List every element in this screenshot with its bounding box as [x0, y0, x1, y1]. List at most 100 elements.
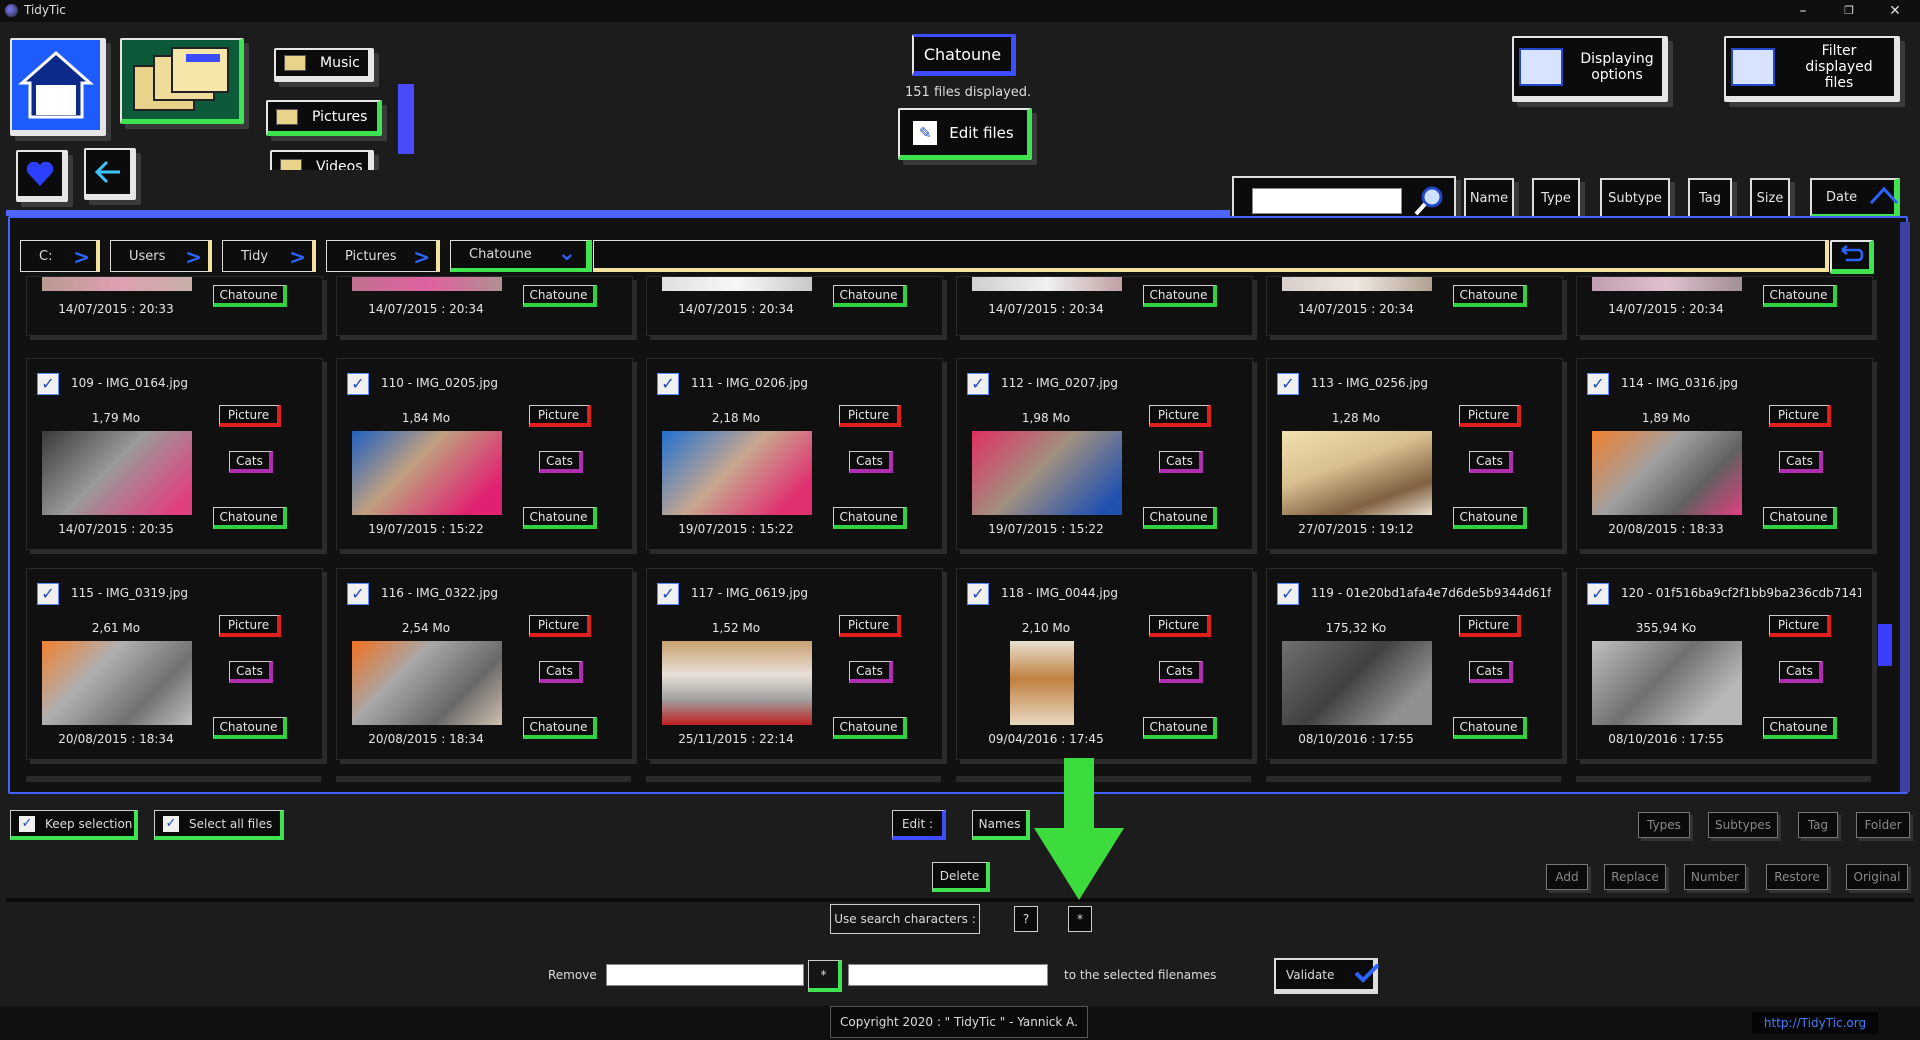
search-input[interactable]: [1252, 188, 1402, 214]
tag-badge[interactable]: Chatoune: [1143, 717, 1217, 739]
sort-tag-button[interactable]: Tag: [1688, 178, 1732, 218]
file-card[interactable]: ✓ 115 - IMG_0319.jpg 2,61 Mo 20/08/2015 …: [26, 568, 323, 760]
file-thumbnail[interactable]: [42, 641, 192, 725]
select-checkbox[interactable]: ✓: [657, 583, 679, 605]
file-thumbnail[interactable]: [972, 431, 1122, 515]
remove-input-second[interactable]: [848, 964, 1048, 986]
subtype-badge[interactable]: Cats: [229, 451, 273, 473]
breadcrumb-users[interactable]: Users >: [110, 240, 212, 272]
select-checkbox[interactable]: ✓: [37, 373, 59, 395]
type-badge[interactable]: Picture: [1149, 615, 1211, 637]
file-card-partial[interactable]: 14/07/2015 : 20:34 Chatoune: [1266, 276, 1563, 336]
breadcrumb-drive[interactable]: C: >: [20, 240, 100, 272]
file-thumbnail[interactable]: [352, 641, 502, 725]
file-card[interactable]: ✓ 118 - IMG_0044.jpg 2,10 Mo 09/04/2016 …: [956, 568, 1253, 760]
subtype-badge[interactable]: Cats: [1469, 661, 1513, 683]
filter-files-button[interactable]: Filter displayed files: [1724, 36, 1900, 102]
type-badge[interactable]: Picture: [529, 405, 591, 427]
type-badge[interactable]: Picture: [219, 615, 281, 637]
breadcrumb-chatoune[interactable]: Chatoune ⌄: [450, 240, 592, 272]
select-checkbox[interactable]: ✓: [1277, 373, 1299, 395]
tag-badge[interactable]: Chatoune: [833, 507, 907, 529]
videos-folder-button[interactable]: Videos: [270, 150, 374, 170]
file-card[interactable]: ✓ 112 - IMG_0207.jpg 1,98 Mo 19/07/2015 …: [956, 358, 1253, 550]
type-badge[interactable]: Picture: [839, 615, 901, 637]
replace-button[interactable]: Replace: [1604, 864, 1666, 890]
type-badge[interactable]: Picture: [1459, 615, 1521, 637]
remove-middle-wildcard[interactable]: *: [808, 960, 842, 992]
select-checkbox[interactable]: ✓: [1587, 583, 1609, 605]
types-button[interactable]: Types: [1638, 812, 1690, 838]
file-card-partial[interactable]: 14/07/2015 : 20:34 Chatoune: [1576, 276, 1873, 336]
select-checkbox[interactable]: ✓: [967, 583, 989, 605]
maximize-button[interactable]: ❐: [1826, 0, 1872, 22]
sort-size-button[interactable]: Size: [1750, 178, 1790, 218]
website-link[interactable]: http://TidyTic.org: [1752, 1012, 1878, 1034]
tag-badge[interactable]: Chatoune: [833, 285, 907, 307]
tag-badge[interactable]: Chatoune: [1763, 285, 1837, 307]
breadcrumb-tidy[interactable]: Tidy >: [222, 240, 316, 272]
select-checkbox[interactable]: ✓: [657, 373, 679, 395]
keep-selection-button[interactable]: ✓ Keep selection: [10, 810, 138, 840]
file-thumbnail[interactable]: [1592, 641, 1742, 725]
file-card[interactable]: ✓ 119 - 01e20bd1afa4e7d6de5b9344d61f6f 1…: [1266, 568, 1563, 760]
select-checkbox[interactable]: ✓: [1587, 373, 1609, 395]
file-thumbnail[interactable]: [1282, 641, 1432, 725]
tag-badge[interactable]: Chatoune: [1763, 717, 1837, 739]
type-badge[interactable]: Picture: [839, 405, 901, 427]
path-back-button[interactable]: [1830, 240, 1874, 274]
tag-badge[interactable]: Chatoune: [1143, 507, 1217, 529]
type-badge[interactable]: Picture: [529, 615, 591, 637]
pictures-folder-button[interactable]: Pictures: [266, 100, 382, 136]
subtype-badge[interactable]: Cats: [849, 661, 893, 683]
tag-badge[interactable]: Chatoune: [1453, 507, 1527, 529]
sort-name-button[interactable]: Name: [1464, 178, 1514, 218]
select-checkbox[interactable]: ✓: [967, 373, 989, 395]
tag-badge[interactable]: Chatoune: [1453, 285, 1527, 307]
file-card-partial[interactable]: 14/07/2015 : 20:34 Chatoune: [336, 276, 633, 336]
sort-type-button[interactable]: Type: [1532, 178, 1580, 218]
question-wildcard-button[interactable]: ?: [1014, 906, 1038, 932]
files-scrollbar-thumb[interactable]: [1878, 624, 1892, 666]
remove-input[interactable]: [606, 964, 804, 986]
folders-button[interactable]: [120, 38, 244, 124]
type-badge[interactable]: Picture: [1769, 405, 1831, 427]
file-thumbnail[interactable]: [1592, 431, 1742, 515]
select-checkbox[interactable]: ✓: [37, 583, 59, 605]
tag-badge[interactable]: Chatoune: [1763, 507, 1837, 529]
restore-button[interactable]: Restore: [1766, 864, 1828, 890]
tag-badge[interactable]: Chatoune: [523, 507, 597, 529]
tag-badge[interactable]: Chatoune: [213, 717, 287, 739]
type-badge[interactable]: Picture: [219, 405, 281, 427]
type-badge[interactable]: Picture: [1459, 405, 1521, 427]
subtype-badge[interactable]: Cats: [1779, 661, 1823, 683]
type-badge[interactable]: Picture: [1149, 405, 1211, 427]
file-thumbnail[interactable]: [1282, 431, 1432, 515]
minimize-button[interactable]: –: [1780, 0, 1826, 22]
subtype-badge[interactable]: Cats: [849, 451, 893, 473]
close-button[interactable]: ✕: [1872, 0, 1918, 22]
home-button[interactable]: [10, 38, 106, 136]
select-checkbox[interactable]: ✓: [347, 373, 369, 395]
original-button[interactable]: Original: [1846, 864, 1908, 890]
file-card-partial[interactable]: 14/07/2015 : 20:34 Chatoune: [646, 276, 943, 336]
music-folder-button[interactable]: Music: [274, 48, 374, 82]
sort-subtype-button[interactable]: Subtype: [1600, 178, 1670, 218]
subtype-badge[interactable]: Cats: [539, 451, 583, 473]
file-thumbnail[interactable]: [42, 431, 192, 515]
file-card[interactable]: ✓ 120 - 01f516ba9cf2f1bb9ba236cdb71411( …: [1576, 568, 1873, 760]
tag-badge[interactable]: Chatoune: [213, 285, 287, 307]
file-thumbnail[interactable]: [352, 431, 502, 515]
file-card[interactable]: ✓ 111 - IMG_0206.jpg 2,18 Mo 19/07/2015 …: [646, 358, 943, 550]
tag-badge[interactable]: Chatoune: [213, 507, 287, 529]
displaying-options-button[interactable]: Displaying options: [1512, 36, 1668, 102]
file-card[interactable]: ✓ 113 - IMG_0256.jpg 1,28 Mo 27/07/2015 …: [1266, 358, 1563, 550]
breadcrumb-pictures[interactable]: Pictures >: [326, 240, 440, 272]
subtype-badge[interactable]: Cats: [539, 661, 583, 683]
select-all-button[interactable]: ✓ Select all files: [154, 810, 284, 840]
select-checkbox[interactable]: ✓: [1277, 583, 1299, 605]
add-button[interactable]: Add: [1546, 864, 1588, 890]
subtype-badge[interactable]: Cats: [1159, 661, 1203, 683]
validate-button[interactable]: Validate: [1274, 958, 1380, 994]
file-card[interactable]: ✓ 117 - IMG_0619.jpg 1,52 Mo 25/11/2015 …: [646, 568, 943, 760]
